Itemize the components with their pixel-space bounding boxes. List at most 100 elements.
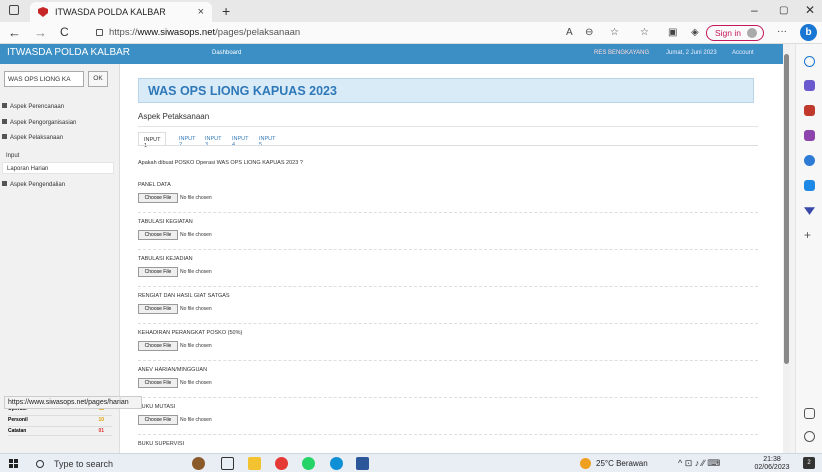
folder-icon: [2, 103, 7, 108]
read-aloud-icon[interactable]: A: [566, 27, 573, 38]
url-domain: www.siwasops.net: [137, 27, 216, 38]
choose-file-button[interactable]: Choose File: [138, 193, 178, 203]
search-icon[interactable]: [804, 56, 815, 67]
sidebar-item-label: Aspek Perencanaan: [10, 104, 65, 110]
file-status: No file chosen: [180, 306, 212, 312]
address-bar[interactable]: https://www.siwasops.net/pages/pelaksana…: [94, 24, 554, 41]
stat-row-catatan: Catatan 01: [8, 428, 112, 436]
edge-icon[interactable]: [330, 457, 343, 470]
tab-input-5[interactable]: INPUT 5: [254, 132, 280, 148]
app-top-navbar: ITWASDA POLDA KALBAR Dashboard RES BENGK…: [0, 44, 783, 64]
system-tray-icons[interactable]: ^ ⊡ ♪ ∕∕ ⌨: [678, 458, 720, 469]
task-view-icon[interactable]: [221, 457, 234, 470]
tab-input-1[interactable]: INPUT 1: [138, 132, 167, 149]
field-label: ANEV HARIAN/MINGGUAN: [138, 367, 208, 373]
main-content: WAS OPS LIONG KAPUAS 2023 Aspek Petaksan…: [128, 64, 778, 453]
file-status: No file chosen: [180, 232, 212, 238]
sidebar-subitem-laporan-harian[interactable]: Laporan Harian: [2, 162, 114, 174]
sign-in-button[interactable]: Sign in: [706, 25, 764, 41]
stat-value: 10: [98, 417, 104, 423]
file-status: No file chosen: [180, 380, 212, 386]
clock-time: 21:38: [763, 456, 781, 463]
split-screen-icon[interactable]: [804, 408, 815, 419]
tab-actions-icon[interactable]: [9, 5, 19, 15]
weather-icon: [580, 458, 591, 469]
back-button[interactable]: ←: [8, 25, 21, 40]
close-window-button[interactable]: ✕: [805, 3, 815, 17]
grid-icon: [2, 119, 7, 124]
current-date: Jumat, 2 Juni 2023: [666, 50, 717, 56]
add-icon[interactable]: +: [804, 229, 815, 241]
field-label: TABULASI KEGIATAN: [138, 219, 193, 225]
choose-file-button[interactable]: Choose File: [138, 378, 178, 388]
office-icon[interactable]: [804, 155, 815, 166]
new-tab-button[interactable]: +: [222, 3, 230, 19]
taskbar-search[interactable]: Type to search: [30, 455, 180, 472]
choose-file-button[interactable]: Choose File: [138, 304, 178, 314]
file-explorer-icon[interactable]: [248, 457, 261, 470]
sidebar-item-pengendalian[interactable]: Aspek Pengendalian: [2, 181, 65, 188]
weather-text[interactable]: 25°C Berawan: [596, 459, 648, 468]
extensions-icon[interactable]: ◈: [691, 27, 699, 38]
shopping-icon[interactable]: [804, 105, 815, 116]
field-label: TABULASI KEJADIAN: [138, 256, 193, 262]
divider: [138, 434, 758, 435]
sidebar-item-perencanaan[interactable]: Aspek Perencanaan: [2, 103, 64, 110]
tab-title: ITWASDA POLDA KALBAR: [55, 7, 166, 17]
field-label: KEHADIRAN PERANGKAT POSKO (50%): [138, 330, 243, 336]
notification-icon[interactable]: 2: [803, 457, 815, 469]
choose-file-button[interactable]: Choose File: [138, 341, 178, 351]
divider: [138, 323, 758, 324]
animal-app-icon[interactable]: [192, 457, 205, 470]
dashboard-link[interactable]: Dashboard: [212, 50, 241, 56]
lock-icon: [96, 29, 103, 36]
tab-input-3[interactable]: INPUT 3: [200, 132, 226, 148]
maximize-button[interactable]: ▢: [779, 5, 788, 16]
tab-input-4[interactable]: INPUT 4: [227, 132, 253, 148]
tab-close-icon[interactable]: ×: [198, 6, 204, 18]
choose-file-button[interactable]: Choose File: [138, 415, 178, 425]
sidebar-item-pengorganisasian[interactable]: Aspek Pengorganisasian: [2, 119, 76, 126]
divider: [138, 360, 758, 361]
divider: [138, 397, 758, 398]
zoom-icon[interactable]: ⊖: [585, 27, 593, 38]
whatsapp-icon[interactable]: [302, 457, 315, 470]
windows-taskbar: Type to search 25°C Berawan ^ ⊡ ♪ ∕∕ ⌨ 2…: [0, 453, 822, 472]
operation-select[interactable]: WAS OPS LIONG KA: [4, 71, 84, 87]
outlook-icon[interactable]: [804, 180, 815, 191]
discover-icon[interactable]: [804, 80, 815, 91]
favorites-icon[interactable]: ☆: [640, 27, 649, 38]
choose-file-button[interactable]: Choose File: [138, 267, 178, 277]
page-scrollbar[interactable]: [783, 44, 790, 453]
clock[interactable]: 21:38 02/06/2023: [752, 456, 792, 472]
page-viewport: ITWASDA POLDA KALBAR Dashboard RES BENGK…: [0, 44, 790, 453]
search-placeholder: Type to search: [54, 458, 114, 469]
drop-icon[interactable]: [804, 207, 815, 215]
more-menu-icon[interactable]: ···: [777, 26, 787, 37]
choose-file-button[interactable]: Choose File: [138, 230, 178, 240]
forward-button[interactable]: →: [34, 25, 47, 40]
collections-icon[interactable]: ▣: [668, 27, 677, 38]
bing-icon[interactable]: b: [800, 24, 817, 41]
minimize-button[interactable]: –: [751, 3, 758, 17]
word-icon[interactable]: [356, 457, 369, 470]
tab-input-2[interactable]: INPUT 2: [174, 132, 200, 148]
ok-button[interactable]: OK: [88, 71, 108, 87]
tools-icon[interactable]: [804, 130, 815, 141]
settings-icon[interactable]: [804, 431, 815, 442]
favorite-star-icon[interactable]: ☆: [610, 27, 619, 38]
sidebar-subitem-input[interactable]: Input: [2, 150, 114, 162]
refresh-button[interactable]: C: [60, 25, 69, 39]
stat-value: 01: [98, 428, 104, 434]
file-status: No file chosen: [180, 195, 212, 201]
divider: [138, 286, 758, 287]
app-brand[interactable]: ITWASDA POLDA KALBAR: [7, 47, 130, 58]
start-button[interactable]: [9, 459, 19, 469]
sidebar-item-pelaksanaan[interactable]: Aspek Pelaksanaan: [2, 134, 63, 141]
sidebar-subitem-label: Input: [6, 153, 20, 159]
app-icon[interactable]: [275, 457, 288, 470]
scrollbar-thumb[interactable]: [784, 54, 789, 364]
account-menu[interactable]: Account: [732, 50, 754, 56]
tab-divider: [138, 145, 758, 146]
browser-tab[interactable]: ITWASDA POLDA KALBAR ×: [30, 2, 212, 22]
